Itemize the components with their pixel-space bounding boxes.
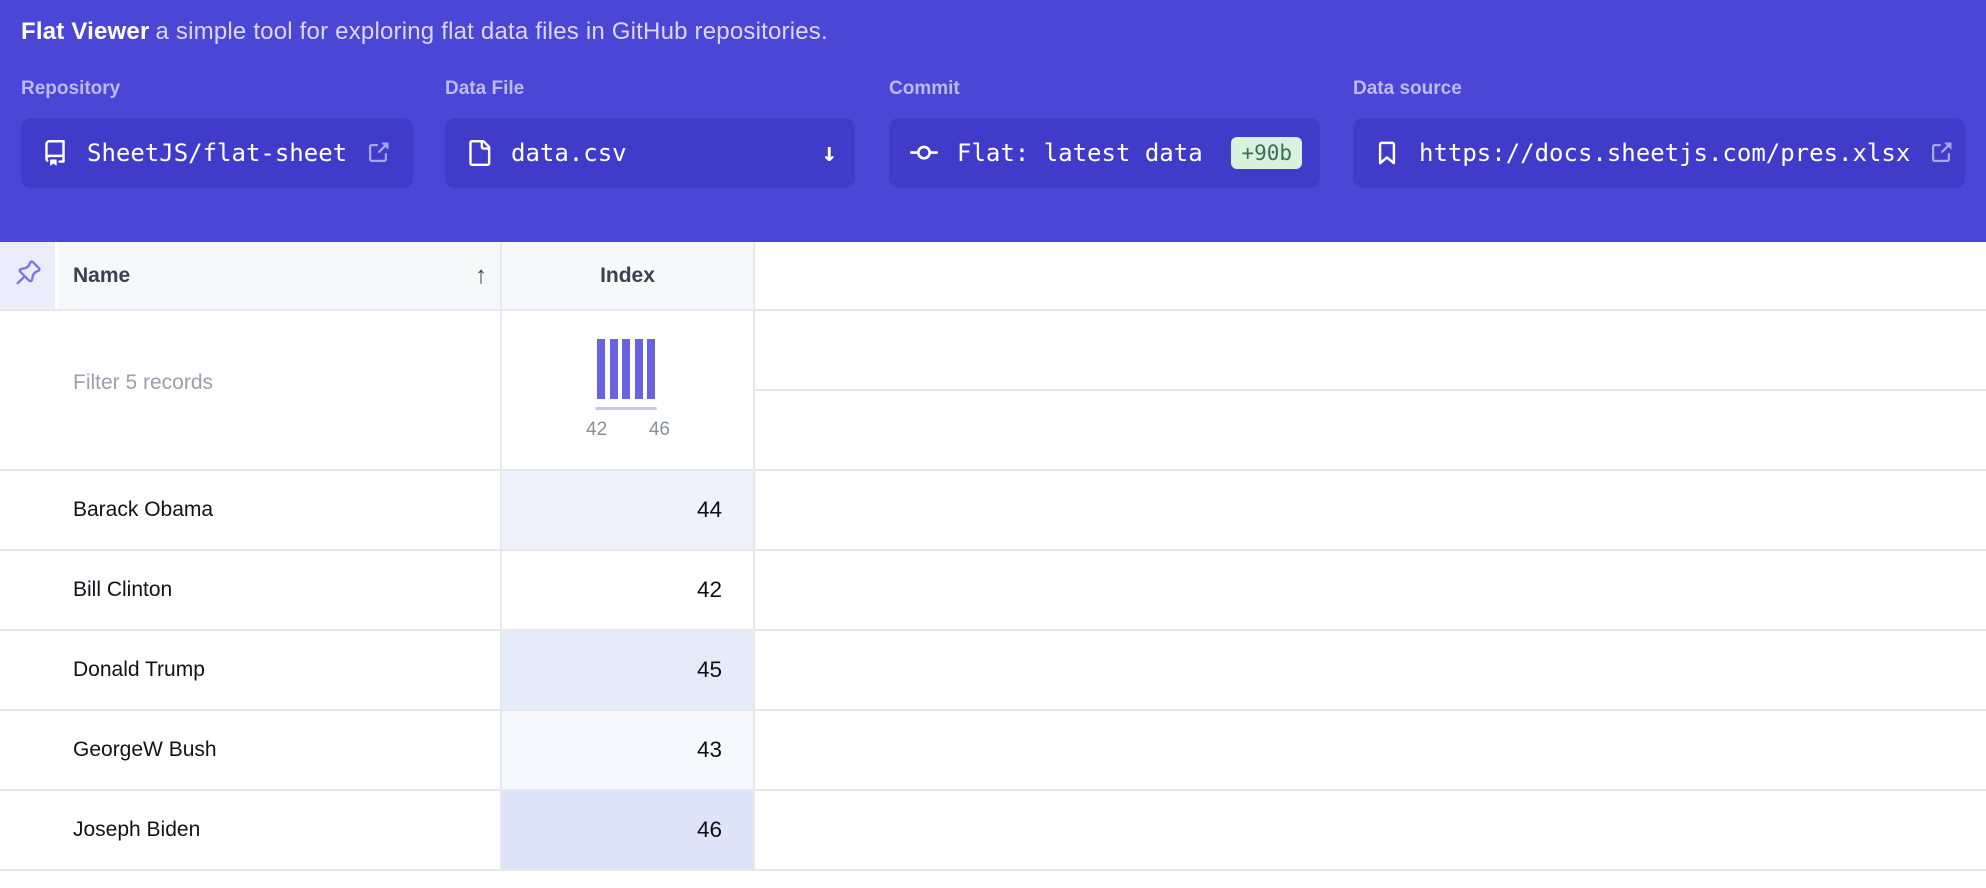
index-cell: 46 (502, 791, 753, 869)
grid-line (753, 242, 755, 871)
histogram-min-label: 42 (586, 419, 607, 441)
repo-icon (42, 140, 68, 166)
grid-line (0, 309, 1986, 311)
name-cell: GeorgeW Bush (0, 711, 500, 789)
data-source-url: https://docs.sheetjs.com/pres.xlsx (1419, 139, 1910, 167)
name-cell: Donald Trump (0, 631, 500, 709)
index-cell: 43 (502, 711, 753, 789)
index-histogram: 42 46 (597, 339, 655, 399)
data-source-section: Data source https://docs.sheetjs.com/pre… (1353, 78, 1965, 188)
diff-badge: +90b (1231, 137, 1302, 169)
name-cell: Joseph Biden (0, 791, 500, 869)
data-file-value: data.csv (511, 139, 627, 167)
commit-button[interactable]: Flat: latest data +90b (889, 118, 1320, 188)
repository-value: SheetJS/flat-sheet (87, 139, 347, 167)
grid-line (0, 789, 1986, 791)
index-cell: 44 (502, 471, 753, 549)
repository-section: Repository SheetJS/flat-sheet (21, 78, 413, 188)
histogram-range-labels: 42 46 (586, 419, 670, 441)
data-file-section: Data File data.csv ↓ (445, 78, 855, 188)
grid-line (500, 242, 502, 871)
grid-line (0, 549, 1986, 551)
commit-section: Commit Flat: latest data +90b (889, 78, 1320, 188)
data-file-label: Data File (445, 78, 855, 100)
file-icon (466, 140, 492, 166)
chevron-down-icon: ↓ (821, 140, 837, 166)
data-source-label: Data source (1353, 78, 1965, 100)
name-cell: Bill Clinton (0, 551, 500, 629)
app-title: Flat Viewer (21, 18, 149, 45)
grid-line (755, 389, 1986, 391)
repository-button[interactable]: SheetJS/flat-sheet (21, 118, 413, 188)
commit-label: Commit (889, 78, 1320, 100)
flat-viewer-app: Flat Viewera simple tool for exploring f… (0, 0, 1986, 888)
sort-ascending-icon: ↑ (475, 262, 487, 290)
repository-label: Repository (21, 78, 413, 100)
topbar: Flat Viewera simple tool for exploring f… (0, 0, 1986, 242)
grid-line (0, 469, 1986, 471)
name-cell: Barack Obama (0, 471, 500, 549)
commit-message: Flat: latest data (957, 139, 1203, 167)
histogram-bar (610, 339, 618, 399)
bookmark-icon (1374, 140, 1400, 166)
page-title: Flat Viewera simple tool for exploring f… (21, 18, 828, 46)
histogram-bar (597, 339, 605, 399)
column-header-name[interactable]: Name ↑ (58, 242, 500, 309)
git-commit-icon (910, 139, 938, 167)
data-file-button[interactable]: data.csv ↓ (445, 118, 855, 188)
column-header-name-label: Name (73, 264, 130, 288)
index-cell: 45 (502, 631, 753, 709)
index-cell: 42 (502, 551, 753, 629)
histogram-range-underline (595, 407, 657, 410)
external-link-icon (1929, 141, 1953, 165)
histogram-bar (622, 339, 630, 399)
data-grid: Name ↑ Index 42 46 Barack Obama44Bill Cl… (0, 242, 1986, 888)
histogram-max-label: 46 (649, 419, 670, 441)
grid-line (0, 869, 1986, 871)
grid-line (0, 629, 1986, 631)
histogram-bar (635, 339, 643, 399)
column-header-index[interactable]: Index (502, 242, 753, 309)
pin-column-header[interactable] (0, 242, 55, 309)
pin-icon (15, 260, 41, 291)
external-link-icon (366, 141, 390, 165)
histogram-bar (647, 339, 655, 399)
app-subtitle: a simple tool for exploring flat data fi… (155, 18, 827, 45)
filter-input[interactable] (71, 360, 475, 406)
histogram-bars (597, 339, 655, 399)
grid-line (0, 709, 1986, 711)
column-header-index-label: Index (600, 264, 655, 288)
data-source-button[interactable]: https://docs.sheetjs.com/pres.xlsx (1353, 118, 1965, 188)
